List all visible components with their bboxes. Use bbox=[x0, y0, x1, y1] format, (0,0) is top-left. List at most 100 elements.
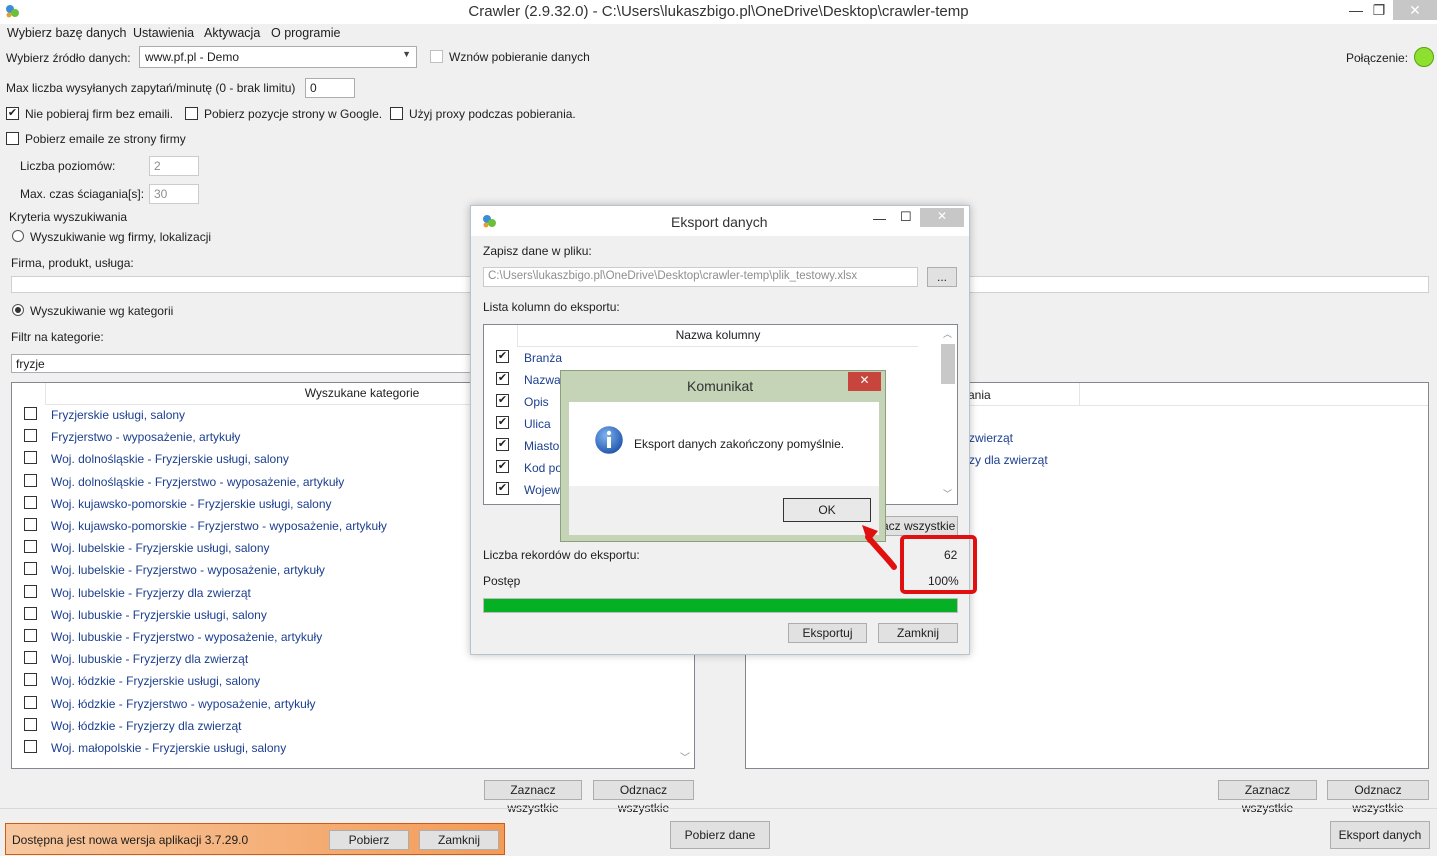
fetch-data-button[interactable]: Pobierz dane bbox=[670, 821, 770, 849]
column-item[interactable]: Ulica bbox=[524, 417, 551, 431]
proxy-checkbox[interactable] bbox=[390, 107, 403, 120]
message-box-title: Komunikat bbox=[687, 378, 754, 394]
max-time-input[interactable]: 30 bbox=[149, 184, 199, 204]
update-close-button[interactable]: Zamknij bbox=[419, 830, 499, 850]
deselect-all-categories-button[interactable]: Odznacz wszystkie bbox=[593, 780, 694, 815]
max-requests-label: Max liczba wysyłanych zapytań/minutę (0 … bbox=[6, 81, 296, 95]
list-item-checkbox[interactable] bbox=[24, 562, 37, 576]
emails-site-checkbox[interactable] bbox=[6, 132, 19, 145]
column-checkbox[interactable]: ✔ bbox=[496, 350, 509, 363]
menu-activation[interactable]: Aktywacja bbox=[204, 26, 260, 40]
levels-input[interactable]: 2 bbox=[149, 156, 199, 176]
maximize-button[interactable]: ❐ bbox=[1366, 0, 1392, 20]
close-icon[interactable]: ✕ bbox=[920, 208, 964, 227]
export-button[interactable]: Eksportuj bbox=[788, 623, 867, 643]
export-dialog-title: Eksport danych bbox=[671, 214, 768, 230]
by-category-radio[interactable] bbox=[12, 304, 24, 316]
column-item[interactable]: Miasto bbox=[524, 439, 559, 453]
list-item-checkbox[interactable] bbox=[24, 495, 37, 509]
message-box: Komunikat ✕ Eksport danych zakończony po… bbox=[560, 370, 886, 542]
connection-label: Połączenie: bbox=[1346, 51, 1409, 65]
list-item[interactable]: Woj. łódzkie - Fryzjerskie usługi, salon… bbox=[51, 674, 260, 688]
column-item[interactable]: Branża bbox=[524, 351, 562, 365]
list-item-checkbox[interactable] bbox=[24, 673, 37, 687]
list-item[interactable]: Fryzjerskie usługi, salony bbox=[51, 408, 185, 422]
column-checkbox[interactable]: ✔ bbox=[496, 438, 509, 451]
source-select[interactable]: www.pf.pl - Demo ▼ bbox=[139, 46, 417, 68]
list-item[interactable]: Woj. dolnośląskie - Fryzjerstwo - wyposa… bbox=[51, 475, 344, 489]
list-item-checkbox[interactable] bbox=[24, 473, 37, 487]
list-item-checkbox[interactable] bbox=[24, 629, 37, 642]
list-item-checkbox[interactable] bbox=[24, 407, 37, 420]
column-checkbox[interactable]: ✔ bbox=[496, 394, 509, 407]
select-all-selected-button[interactable]: Zaznacz wszystkie bbox=[1218, 780, 1317, 815]
list-item[interactable]: Woj. łódzkie - Fryzjerstwo - wyposażenie… bbox=[51, 697, 316, 711]
deselect-all-selected-button[interactable]: Odznacz wszystkie bbox=[1327, 780, 1429, 815]
list-item-checkbox[interactable] bbox=[24, 651, 37, 665]
column-checkbox[interactable]: ✔ bbox=[496, 460, 509, 473]
list-item[interactable]: Woj. lubelskie - Fryzjerstwo - wyposażen… bbox=[51, 563, 325, 577]
list-item-checkbox[interactable] bbox=[24, 717, 37, 731]
message-close-button[interactable]: ✕ bbox=[848, 372, 881, 391]
scroll-thumb[interactable] bbox=[941, 344, 955, 384]
chevron-up-icon[interactable]: ︿ bbox=[943, 327, 952, 340]
column-item[interactable]: Wojew bbox=[524, 483, 560, 497]
columns-scrollbar[interactable]: ︿ ﹀ bbox=[939, 325, 957, 504]
close-button[interactable]: ✕ bbox=[1393, 0, 1437, 20]
list-item-checkbox[interactable] bbox=[24, 429, 37, 443]
column-checkbox[interactable]: ✔ bbox=[496, 482, 509, 495]
update-download-button[interactable]: Pobierz bbox=[329, 830, 409, 850]
list-item[interactable]: zwierząt bbox=[969, 431, 1013, 445]
list-item-checkbox[interactable] bbox=[24, 584, 37, 598]
filter-input[interactable]: fryzje bbox=[11, 354, 481, 373]
file-path-input[interactable]: C:\Users\lukaszbigo.pl\OneDrive\Desktop\… bbox=[483, 267, 918, 287]
chevron-down-icon[interactable]: ﹀ bbox=[680, 749, 690, 764]
resume-checkbox[interactable] bbox=[430, 50, 443, 63]
list-item[interactable]: Woj. lubelskie - Fryzjerskie usługi, sal… bbox=[51, 541, 270, 555]
source-select-value: www.pf.pl - Demo bbox=[145, 50, 240, 64]
divider bbox=[0, 808, 1437, 809]
list-item-checkbox[interactable] bbox=[24, 540, 37, 554]
list-item[interactable]: Woj. dolnośląskie - Fryzjerskie usługi, … bbox=[51, 452, 289, 466]
maximize-icon[interactable]: ☐ bbox=[900, 209, 912, 225]
export-data-button[interactable]: Eksport danych bbox=[1330, 821, 1430, 849]
no-email-checkbox[interactable]: ✔ bbox=[6, 107, 19, 120]
column-item[interactable]: Kod po bbox=[524, 461, 562, 475]
list-item[interactable]: Woj. lubelskie - Fryzjerzy dla zwierząt bbox=[51, 586, 251, 600]
minimize-icon[interactable]: — bbox=[873, 211, 886, 226]
list-item-checkbox[interactable] bbox=[24, 695, 37, 709]
list-item-checkbox[interactable] bbox=[24, 518, 37, 531]
list-item[interactable]: Woj. kujawsko-pomorskie - Fryzjerstwo - … bbox=[51, 519, 387, 533]
column-checkbox[interactable]: ✔ bbox=[496, 416, 509, 429]
menu-settings[interactable]: Ustawienia bbox=[133, 26, 194, 40]
chevron-down-icon[interactable]: ﹀ bbox=[943, 487, 952, 500]
filter-label: Filtr na kategorie: bbox=[11, 330, 104, 344]
resume-label: Wznów pobieranie danych bbox=[449, 50, 590, 64]
update-text: Dostępna jest nowa wersja aplikacji 3.7.… bbox=[12, 833, 249, 847]
list-item[interactable]: Woj. łódzkie - Fryzjerzy dla zwierząt bbox=[51, 719, 242, 733]
list-item[interactable]: Woj. małopolskie - Fryzjerskie usługi, s… bbox=[51, 741, 286, 755]
list-item[interactable]: zy dla zwierząt bbox=[969, 453, 1048, 467]
google-position-checkbox[interactable] bbox=[185, 107, 198, 120]
by-company-radio[interactable] bbox=[12, 230, 24, 242]
select-all-categories-button[interactable]: Zaznacz wszystkie bbox=[484, 780, 582, 815]
list-item[interactable]: Woj. kujawsko-pomorskie - Fryzjerskie us… bbox=[51, 497, 332, 511]
column-checkbox[interactable]: ✔ bbox=[496, 372, 509, 385]
list-item-checkbox[interactable] bbox=[24, 740, 37, 753]
column-item[interactable]: Nazwa bbox=[524, 373, 561, 387]
browse-button[interactable]: ... bbox=[927, 267, 957, 287]
list-item[interactable]: Fryzjerstwo - wyposażenie, artykuły bbox=[51, 430, 240, 444]
proxy-label: Użyj proxy podczas pobierania. bbox=[409, 107, 576, 121]
list-item[interactable]: Woj. lubuskie - Fryzjerskie usługi, salo… bbox=[51, 608, 267, 622]
message-text: Eksport danych zakończony pomyślnie. bbox=[634, 437, 845, 451]
list-item-checkbox[interactable] bbox=[24, 606, 37, 620]
list-item-checkbox[interactable] bbox=[24, 451, 37, 465]
ok-button[interactable]: OK bbox=[783, 498, 871, 522]
list-item[interactable]: Woj. lubuskie - Fryzjerzy dla zwierząt bbox=[51, 652, 248, 666]
dialog-close-button[interactable]: Zamknij bbox=[878, 623, 958, 643]
menu-about[interactable]: O programie bbox=[271, 26, 340, 40]
max-requests-input[interactable]: 0 bbox=[305, 78, 355, 98]
list-item[interactable]: Woj. lubuskie - Fryzjerstwo - wyposażeni… bbox=[51, 630, 322, 644]
menu-select-database[interactable]: Wybierz bazę danych bbox=[7, 26, 126, 40]
column-item[interactable]: Opis bbox=[524, 395, 549, 409]
